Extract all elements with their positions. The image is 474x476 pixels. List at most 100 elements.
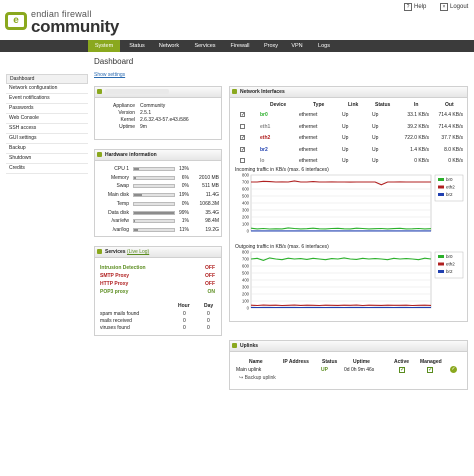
stat-hour: 0 [183,325,186,331]
interface-out: 714.4 KB/s [438,112,463,118]
endian-logo-icon: e [5,12,27,30]
nav-logs[interactable]: Logs [311,40,337,52]
interface-checkbox[interactable] [240,158,245,163]
sidebar-item-event-notifications[interactable]: Event notifications [6,94,88,104]
interface-link: Up [342,135,349,141]
live-log-link[interactable]: (Live Log) [127,249,149,255]
interface-type: ethernet [299,135,318,141]
hw-value: 1068.3M [199,200,219,207]
logout-link[interactable]: × Logout [440,3,468,11]
uplink-uptime: 0d 0h 9m 46s [344,367,375,373]
legend-swatch [438,262,444,266]
hw-usage-bar [133,227,175,232]
service-name: Intrusion Detection [100,265,146,271]
show-settings-link[interactable]: Show settings [94,72,125,78]
panel-toggle-icon[interactable] [97,152,102,157]
main-nav: System Status Network Services Firewall … [0,40,474,52]
legend-swatch [438,178,444,181]
legend-label: br0 [446,177,453,182]
chart-y-tick-label: 400 [242,201,250,206]
sidebar-item-shutdown[interactable]: Shutdown [6,154,88,164]
interface-in: 39.2 KB/s [407,123,429,130]
stats-header-hour: Hour [178,303,190,309]
panel-toggle-icon[interactable] [232,343,237,348]
chart-y-tick-label: 0 [247,306,250,311]
uplinks-panel: Uplinks Name IP Address Status Uptime Ac… [229,340,468,390]
nav-firewall[interactable]: Firewall [224,40,256,52]
interface-type: ethernet [299,158,318,164]
outgoing-traffic-chart: 0 100 200 300 400 500 600 700 800 br0 eth2 br2 [242,250,464,311]
sidebar-item-credits[interactable]: Credits [6,164,88,174]
legend-swatch [438,193,444,196]
legend-swatch [438,255,444,258]
interface-checkbox[interactable]: ✓ [240,112,245,118]
panel-toggle-icon[interactable] [97,249,102,254]
legend-swatch [438,270,444,273]
hw-usage-bar [133,201,175,206]
hw-usage-bar [133,184,175,189]
uplink-action-icon[interactable]: ✓ [450,366,457,373]
hw-value: 98.4M [205,218,219,225]
legend-label: eth2 [446,262,455,267]
stat-label: spam mails found [100,311,140,317]
service-status: OFF [205,281,215,287]
help-label: Help [414,4,427,10]
sidebar-item-backup[interactable]: Backup [6,144,88,154]
hw-usage-bar [133,210,175,215]
interface-checkbox[interactable] [240,123,245,129]
hw-label: CPU 1 [114,166,129,172]
interface-checkbox[interactable]: ✓ [240,135,245,141]
managed-check-icon[interactable]: ✓ [427,367,433,373]
interface-checkbox[interactable]: ✓ [240,146,245,152]
col-header-status: Status [375,102,391,108]
incoming-traffic-chart: 0 100 200 300 400 500 600 700 800 br0 eth2 br2 [242,173,464,234]
interface-device: eth1 [260,123,271,130]
hw-percent: 19% [178,192,189,199]
chart-y-tick-label: 700 [242,257,250,262]
backup-uplink-label: ↪ Backup uplink [239,375,276,381]
sidebar-item-dashboard[interactable]: Dashboard [6,74,88,84]
hostname-redacted [105,89,169,95]
interface-status: Up [372,112,379,118]
hw-percent: 6% [181,174,189,181]
sidebar-item-ssh-access[interactable]: SSH access [6,124,88,134]
panel-toggle-icon[interactable] [232,89,237,94]
service-name: SMTP Proxy [100,273,130,279]
stat-label: viruses found [100,325,130,331]
panel-toggle-icon[interactable] [97,89,102,94]
sysinfo-value: 9m [140,124,147,130]
hardware-header: Hardware information [95,150,221,161]
interface-link: Up [342,123,349,130]
col-header-out: Out [445,102,454,108]
nav-status[interactable]: Status [122,40,152,52]
nav-system[interactable]: System [88,40,120,52]
service-status: OFF [205,265,215,271]
nav-vpn[interactable]: VPN [285,40,309,52]
sysinfo-value: 2.5.1 [140,110,152,116]
services-title: Services [105,249,126,255]
nav-services[interactable]: Services [187,40,223,52]
hardware-panel: Hardware information CPU 1 13% Memory 6% 201… [94,149,222,237]
interface-status: Up [372,123,379,130]
sidebar-item-web-console[interactable]: Web Console [6,114,88,124]
hw-label: /var/log [112,226,129,233]
col-header-in: In [414,102,419,108]
sysinfo-label: Uptime [119,124,135,130]
nav-proxy[interactable]: Proxy [258,40,284,52]
sidebar-item-gui-settings[interactable]: GUI settings [6,134,88,144]
interface-out: 8.0 KB/s [444,146,463,153]
nav-network[interactable]: Network [153,40,185,52]
logo-title: community [31,17,119,36]
hw-label: Main disk [107,192,129,199]
sidebar-item-passwords[interactable]: Passwords [6,104,88,114]
interface-link: Up [342,112,349,118]
active-check-icon[interactable]: ✓ [399,367,405,373]
interface-in: 722.0 KB/s [404,135,429,141]
help-link[interactable]: ? Help [404,3,426,11]
interface-device: eth2 [260,135,271,141]
sidebar-item-network-configuration[interactable]: Network configuration [6,84,88,94]
hw-usage-fill [134,228,139,231]
hw-usage-fill [134,176,137,179]
stats-header-day: Day [204,303,214,309]
service-status: ON [207,289,216,295]
